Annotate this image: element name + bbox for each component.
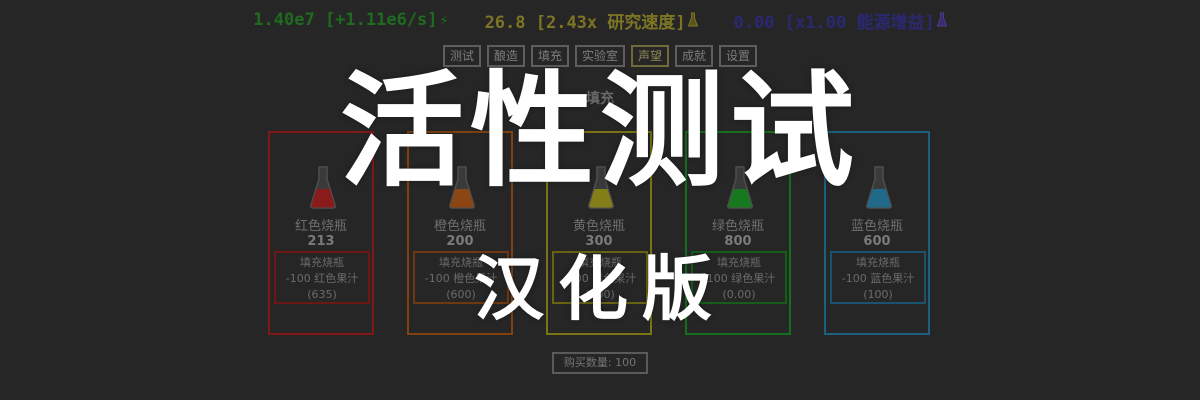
lightning-icon: ⚡ (439, 11, 449, 29)
flask-name: 蓝色烧瓶 (850, 219, 903, 234)
flask-name: 红色烧瓶 (294, 219, 347, 234)
banner-title: 活性测试 (339, 60, 860, 204)
research-stat: 26.8 [2.43x 研究速度] (484, 8, 698, 33)
flask-icon (687, 12, 698, 27)
banner-subtitle: 汉化版 (474, 248, 726, 330)
flask-name: 黄色烧瓶 (572, 219, 625, 234)
research-value: 26.8 [2.43x 研究速度] (484, 12, 686, 33)
power-stat: 0.00 [x1.00 能源增益] (733, 8, 947, 33)
power-value: 0.00 [x1.00 能源增益] (733, 12, 935, 33)
flask-name: 橙色烧瓶 (433, 219, 486, 234)
resource-stats-bar: 1.40e7 [+1.11e6/s] ⚡ 26.8 [2.43x 研究速度] 0… (0, 8, 1200, 33)
energy-stat: 1.40e7 [+1.11e6/s] ⚡ (253, 8, 448, 32)
flask-name: 绿色烧瓶 (711, 219, 764, 234)
buy-amount-button[interactable]: 购买数量: 100 (552, 352, 648, 374)
game-screen: 1.40e7 [+1.11e6/s] ⚡ 26.8 [2.43x 研究速度] 0… (0, 0, 1200, 400)
energy-value: 1.40e7 [+1.11e6/s] (253, 10, 438, 30)
flask-icon (936, 12, 947, 27)
